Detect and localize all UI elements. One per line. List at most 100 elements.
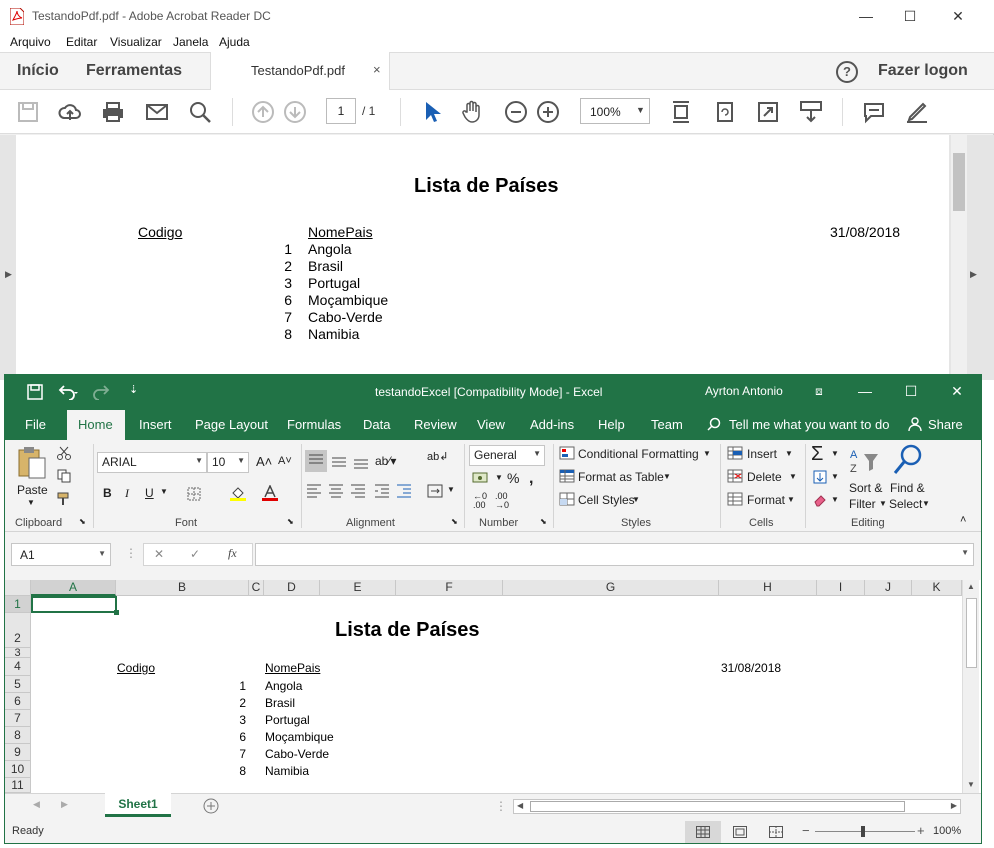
search-icon[interactable] [188,100,212,124]
zoom-slider[interactable] [815,831,915,832]
italic-icon[interactable]: I [125,486,129,501]
selected-cell-a1[interactable] [31,596,117,613]
sheet-name-cell[interactable]: Brasil [265,696,295,710]
page-number-input[interactable]: 1 [326,98,356,124]
sheet-name-cell[interactable]: Angola [265,679,302,693]
chevron-down-icon[interactable]: ▼ [703,449,711,458]
redo-icon[interactable] [91,384,113,400]
prev-sheet-icon[interactable]: ◀ [33,799,40,810]
column-header-k[interactable]: K [912,580,962,596]
borders-icon[interactable] [187,487,201,501]
login-button[interactable]: Fazer logon [878,62,968,80]
accounting-format-icon[interactable] [472,471,490,487]
scroll-left-icon[interactable]: ◀ [517,801,523,810]
left-panel-arrow-icon[interactable]: ▶ [5,269,12,280]
scroll-thumb[interactable] [966,598,977,668]
select-all-corner[interactable] [5,580,31,596]
scroll-thumb[interactable] [953,153,965,211]
close-button[interactable]: ✕ [938,4,978,28]
row-header-5[interactable]: 5 [5,676,31,693]
menu-janela[interactable]: Janela [173,35,208,49]
hand-tool-icon[interactable] [460,100,484,124]
name-box[interactable]: A1 ▼ [11,543,111,566]
undo-icon[interactable] [57,384,79,400]
number-format-select[interactable]: General ▼ [469,445,545,466]
comma-style-icon[interactable]: , [529,470,533,488]
find-magnifier-icon[interactable] [893,444,923,476]
sheet-tab-sheet1[interactable]: Sheet1 [105,793,171,817]
column-header-e[interactable]: E [320,580,396,596]
chevron-down-icon[interactable]: ▼ [27,498,35,507]
align-middle-icon[interactable] [328,450,350,472]
horizontal-alignment-icons[interactable] [305,482,415,498]
delete-cells-icon[interactable] [727,469,743,483]
decrease-font-icon[interactable]: A˅ [278,455,292,467]
sheet-name-cell[interactable]: Portugal [265,713,310,727]
clear-eraser-icon[interactable] [813,493,827,507]
chevron-down-icon[interactable]: ▼ [495,473,503,482]
dialog-launcher-icon[interactable]: ⬊ [451,517,458,526]
conditional-formatting-button[interactable]: Conditional Formatting [578,447,699,461]
vertical-scrollbar[interactable] [951,135,967,380]
highlight-pen-icon[interactable] [905,100,929,124]
row-header-7[interactable]: 7 [5,710,31,727]
column-header-d[interactable]: D [264,580,320,596]
menu-arquivo[interactable]: Arquivo [10,35,51,49]
sort-filter-label[interactable]: Sort & [849,481,882,495]
tell-me-search[interactable]: Tell me what you want to do [729,417,889,432]
tab-review[interactable]: Review [414,417,457,432]
select-cursor-icon[interactable] [420,100,444,124]
chevron-down-icon[interactable]: ▼ [831,472,839,481]
row-header-4[interactable]: 4 [5,658,31,676]
format-painter-icon[interactable] [57,492,71,506]
fill-handle[interactable] [114,610,119,615]
tab-insert[interactable]: Insert [139,417,172,432]
vertical-scrollbar[interactable]: ▲ ▼ [962,580,979,793]
sheet-code-cell[interactable]: 7 [205,747,246,761]
tab-inicio[interactable]: Início [17,62,59,80]
email-icon[interactable] [145,100,169,124]
fit-page-icon[interactable] [669,100,693,124]
row-header-10[interactable]: 10 [5,761,31,778]
sheet-title-cell[interactable]: Lista de Países [335,619,480,642]
save-icon[interactable] [16,100,40,124]
collapse-ribbon-icon[interactable]: ˄ [960,514,966,526]
chevron-down-icon[interactable]: ▼ [789,472,797,481]
dialog-launcher-icon[interactable]: ⬊ [79,517,86,526]
cut-icon[interactable] [57,446,71,460]
maximize-button[interactable]: ☐ [891,380,931,402]
sheet-name-cell[interactable]: Cabo-Verde [265,747,329,761]
sheet-col-code-header[interactable]: Codigo [117,661,155,675]
menu-visualizar[interactable]: Visualizar [110,35,162,49]
scroll-down-icon[interactable]: ▼ [967,780,975,789]
print-icon[interactable] [101,100,125,124]
tab-page-layout[interactable]: Page Layout [195,417,268,432]
maximize-button[interactable]: ☐ [890,4,930,28]
column-header-a[interactable]: A [31,580,116,596]
scroll-up-icon[interactable]: ▲ [967,582,975,591]
sheet-code-cell[interactable]: 8 [205,764,246,778]
tab-file[interactable]: File [25,417,46,432]
row-header-6[interactable]: 6 [5,693,31,710]
bold-icon[interactable]: B [103,486,112,500]
cancel-entry-icon[interactable]: ✕ [154,547,164,561]
chevron-down-icon[interactable]: ▼ [879,499,887,508]
merge-center-icon[interactable] [427,484,443,498]
sheet-col-name-header[interactable]: NomePais [265,661,320,675]
tab-team[interactable]: Team [651,417,683,432]
comment-icon[interactable] [862,100,886,124]
underline-icon[interactable]: U [145,486,154,500]
confirm-entry-icon[interactable]: ✓ [190,547,200,561]
row-header-3[interactable]: 3 [5,648,31,659]
sheet-code-cell[interactable]: 1 [205,679,246,693]
close-tab-icon[interactable]: × [373,62,381,77]
format-as-table-icon[interactable] [559,469,575,483]
tab-help[interactable]: Help [598,417,625,432]
paste-label[interactable]: Paste [17,483,48,497]
rotate-page-icon[interactable] [713,100,737,124]
font-size-select[interactable]: 10 ▼ [207,452,249,473]
tab-view[interactable]: View [477,417,505,432]
sheet-code-cell[interactable]: 3 [205,713,246,727]
sheet-code-cell[interactable]: 2 [205,696,246,710]
upload-cloud-icon[interactable] [58,100,82,124]
